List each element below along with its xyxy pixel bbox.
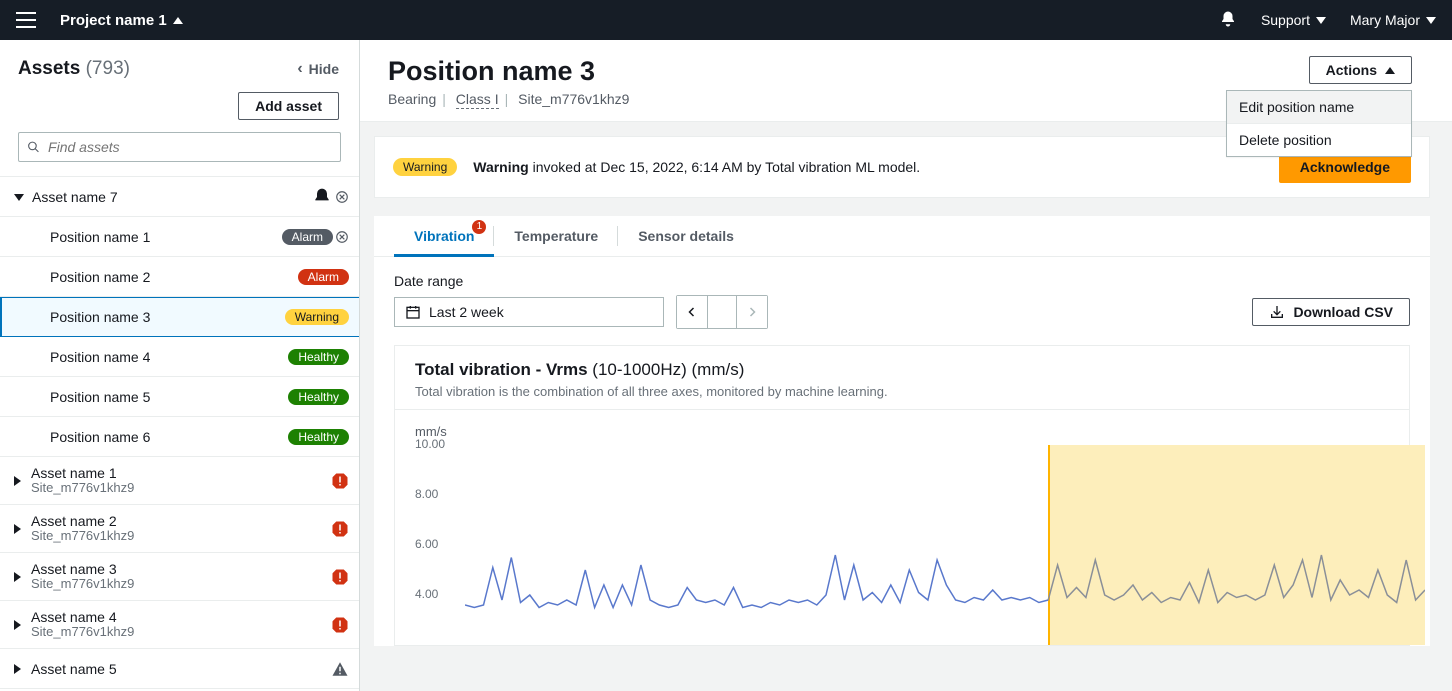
expand-caret-icon[interactable] bbox=[14, 524, 21, 534]
y-tick: 6.00 bbox=[415, 537, 438, 551]
asset-row[interactable]: Asset name 1Site_m776v1khz9 bbox=[0, 457, 359, 505]
download-csv-button[interactable]: Download CSV bbox=[1252, 298, 1410, 326]
status-badge: Alarm bbox=[298, 269, 349, 285]
y-tick: 4.00 bbox=[415, 587, 438, 601]
status-badge: Warning bbox=[285, 309, 349, 325]
chart-plot: 4.006.008.0010.00 bbox=[415, 445, 1389, 645]
tab-vibration[interactable]: Vibration1 bbox=[394, 216, 494, 256]
chart-y-unit: mm/s bbox=[415, 424, 1389, 439]
notifications-icon[interactable] bbox=[1219, 10, 1237, 31]
status-badge: Alarm bbox=[282, 229, 333, 245]
asset-row[interactable]: Asset name 4Site_m776v1khz9 bbox=[0, 601, 359, 649]
alert-octagon-icon bbox=[331, 472, 349, 490]
position-row[interactable]: Position name 4Healthy bbox=[0, 337, 359, 377]
assets-sidebar: Assets (793) ‹ Hide Add asset Asset name… bbox=[0, 40, 360, 691]
calendar-icon bbox=[405, 304, 421, 320]
actions-dropdown: Edit position name Delete position bbox=[1226, 90, 1412, 157]
status-badge: Healthy bbox=[288, 349, 349, 365]
warning-triangle-icon bbox=[331, 660, 349, 678]
chevron-right-icon bbox=[746, 306, 758, 318]
x-circle-icon bbox=[335, 190, 349, 204]
position-row[interactable]: Position name 2Alarm bbox=[0, 257, 359, 297]
y-tick: 8.00 bbox=[415, 487, 438, 501]
chart-subtitle: Total vibration is the combination of al… bbox=[415, 384, 1389, 399]
alert-octagon-icon bbox=[331, 616, 349, 634]
expand-caret-icon[interactable] bbox=[14, 476, 21, 486]
date-range-label: Date range bbox=[394, 273, 1410, 289]
search-assets-input[interactable] bbox=[48, 139, 332, 155]
user-menu[interactable]: Mary Major bbox=[1350, 12, 1436, 28]
date-range-pager bbox=[676, 295, 768, 329]
triangle-up-icon bbox=[1385, 67, 1395, 74]
chevron-left-icon: ‹ bbox=[297, 60, 302, 78]
triangle-down-icon bbox=[1426, 17, 1436, 24]
chart-card: Total vibration - Vrms (10-1000Hz) (mm/s… bbox=[394, 345, 1410, 646]
x-circle-icon bbox=[335, 230, 349, 244]
date-range-select[interactable]: Last 2 week bbox=[394, 297, 664, 327]
alert-octagon-icon bbox=[331, 568, 349, 586]
actions-menu-delete[interactable]: Delete position bbox=[1227, 124, 1411, 156]
date-range-next[interactable] bbox=[737, 296, 767, 328]
position-row[interactable]: Position name 6Healthy bbox=[0, 417, 359, 457]
main-content: Position name 3 Bearing| Class I| Site_m… bbox=[360, 40, 1452, 691]
status-badge: Healthy bbox=[288, 389, 349, 405]
expand-caret-icon[interactable] bbox=[14, 572, 21, 582]
alert-badge: Warning bbox=[393, 158, 457, 176]
triangle-down-icon bbox=[1316, 17, 1326, 24]
y-tick: 10.00 bbox=[415, 437, 445, 451]
expand-caret-icon[interactable] bbox=[14, 620, 21, 630]
tab-temperature[interactable]: Temperature bbox=[494, 216, 618, 256]
hide-sidebar-button[interactable]: ‹ Hide bbox=[297, 60, 339, 78]
expand-caret-icon[interactable] bbox=[14, 664, 21, 674]
alert-octagon-icon bbox=[331, 520, 349, 538]
add-asset-button[interactable]: Add asset bbox=[238, 92, 339, 120]
actions-button[interactable]: Actions bbox=[1309, 56, 1412, 84]
bell-mute-icon bbox=[311, 187, 333, 207]
asset-row[interactable]: Asset name 2Site_m776v1khz9 bbox=[0, 505, 359, 553]
chart-series bbox=[465, 445, 1425, 645]
project-selector[interactable]: Project name 1 bbox=[60, 12, 183, 29]
actions-menu-edit[interactable]: Edit position name bbox=[1227, 91, 1411, 124]
asset-row[interactable]: Asset name 7 bbox=[0, 177, 359, 217]
sidebar-title: Assets (793) bbox=[18, 58, 130, 80]
chart-title: Total vibration - Vrms (10-1000Hz) (mm/s… bbox=[415, 360, 1389, 380]
tab-sensor-details[interactable]: Sensor details bbox=[618, 216, 754, 256]
breadcrumb: Bearing| Class I| Site_m776v1khz9 bbox=[388, 91, 629, 107]
support-menu[interactable]: Support bbox=[1261, 12, 1326, 28]
tabs: Vibration1TemperatureSensor details bbox=[374, 216, 1430, 257]
position-row[interactable]: Position name 1Alarm bbox=[0, 217, 359, 257]
asset-row[interactable]: Asset name 5 bbox=[0, 649, 359, 689]
asset-row[interactable]: Asset name 3Site_m776v1khz9 bbox=[0, 553, 359, 601]
top-nav: Project name 1 Support Mary Major bbox=[0, 0, 1452, 40]
date-range-prev[interactable] bbox=[677, 296, 707, 328]
triangle-up-icon bbox=[173, 17, 183, 24]
project-name: Project name 1 bbox=[60, 12, 167, 29]
search-assets-input-wrap[interactable] bbox=[18, 132, 341, 162]
hamburger-icon[interactable] bbox=[16, 8, 40, 32]
tab-badge: 1 bbox=[472, 220, 486, 234]
search-icon bbox=[27, 140, 40, 154]
chevron-left-icon bbox=[686, 306, 698, 318]
expand-caret-icon[interactable] bbox=[14, 194, 24, 201]
position-row[interactable]: Position name 3Warning bbox=[0, 297, 359, 337]
page-title: Position name 3 bbox=[388, 56, 629, 87]
asset-tree: Asset name 7Position name 1AlarmPosition… bbox=[0, 176, 359, 691]
alert-message: Warning invoked at Dec 15, 2022, 6:14 AM… bbox=[473, 159, 1263, 175]
download-icon bbox=[1269, 304, 1285, 320]
position-row[interactable]: Position name 5Healthy bbox=[0, 377, 359, 417]
status-badge: Healthy bbox=[288, 429, 349, 445]
